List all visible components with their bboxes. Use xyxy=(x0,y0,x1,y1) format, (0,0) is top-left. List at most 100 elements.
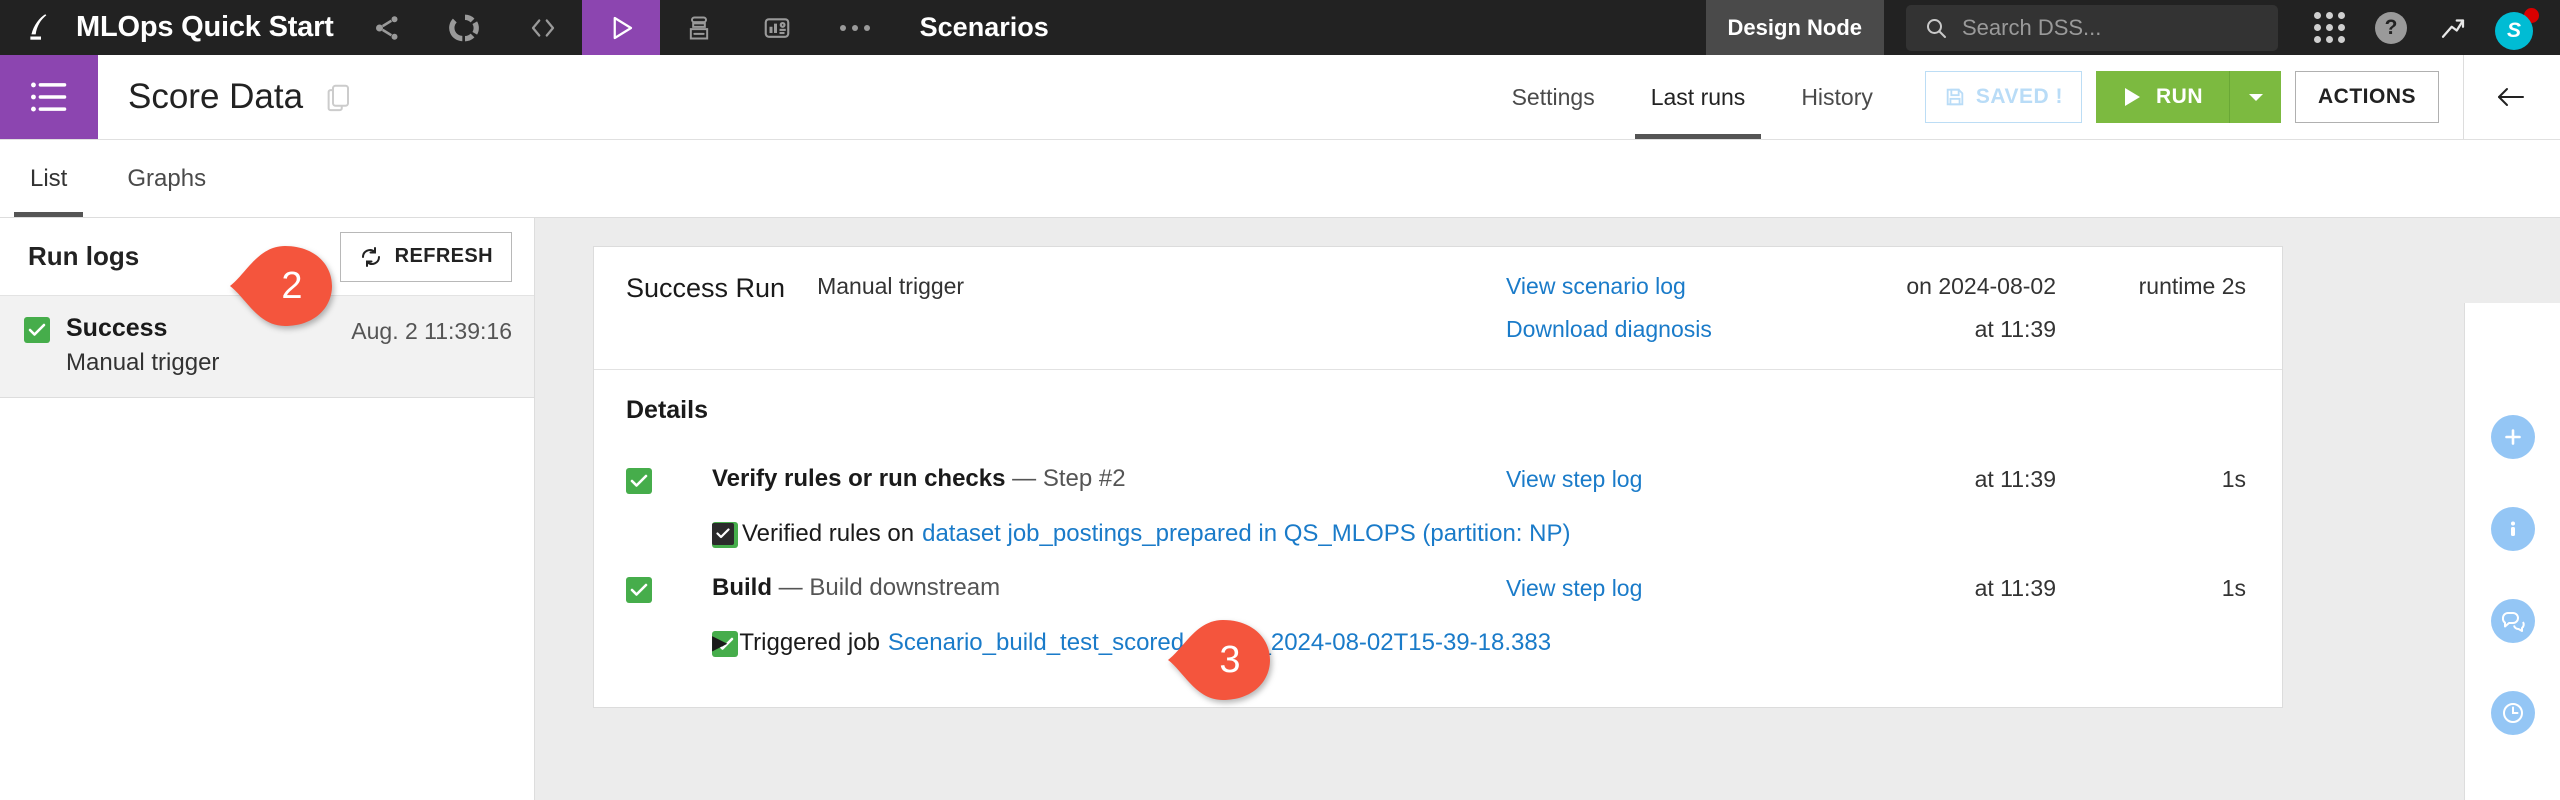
play-triangle-icon xyxy=(2125,88,2140,106)
project-title: MLOps Quick Start xyxy=(76,11,334,43)
view-step-log-link[interactable]: View step log xyxy=(1506,466,1806,493)
step-child-row[interactable]: ▶ Triggered job Scenario_build_test_scor… xyxy=(626,616,2246,669)
step-child-row[interactable]: Verified rules on dataset job_postings_p… xyxy=(626,507,2246,560)
run-detail-title: Success Run xyxy=(626,273,786,303)
main-body: Run logs REFRESH Success Manual trigger xyxy=(0,218,2560,800)
step-label: Verify rules or run checks — Step #2 xyxy=(712,465,1506,493)
search-placeholder: Search DSS... xyxy=(1962,14,2102,40)
view-step-log-link[interactable]: View step log xyxy=(1506,575,1806,602)
run-runtime: runtime 2s xyxy=(2138,273,2246,299)
copy-duplicate-icon[interactable] xyxy=(325,82,351,112)
step-name: Build xyxy=(712,574,772,601)
floppy-disk-save-icon xyxy=(1946,88,1964,106)
collapse-panel-button[interactable] xyxy=(2464,55,2560,139)
header-right-icons: ? S xyxy=(2300,0,2560,55)
scenario-toolbar: Score Data Settings Last runs History SA… xyxy=(0,55,2560,140)
jobs-icon[interactable] xyxy=(660,0,738,55)
run-detail-trigger: Manual trigger xyxy=(817,273,965,299)
saved-button[interactable]: SAVED ! xyxy=(1924,71,2082,123)
tab-last-runs[interactable]: Last runs xyxy=(1623,55,1774,139)
step-time: at 11:39 xyxy=(1974,574,2056,601)
trending-up-arrow-icon[interactable] xyxy=(2424,0,2482,55)
run-logs-header: Run logs REFRESH xyxy=(0,218,534,296)
dataiku-bird-logo xyxy=(30,13,47,40)
run-logs-panel: Run logs REFRESH Success Manual trigger xyxy=(0,218,535,800)
run-detail-links: View scenario log Download diagnosis xyxy=(1506,273,1806,343)
toolbar-buttons: SAVED ! RUN ACTIONS xyxy=(1901,55,2463,139)
verified-rules-text: Verified rules on dataset job_postings_p… xyxy=(712,520,1570,548)
run-button[interactable]: RUN xyxy=(2096,71,2229,123)
green-check-square-icon xyxy=(24,317,50,343)
run-detail-area: Success Run Manual trigger View scenario… xyxy=(535,218,2560,800)
refresh-button[interactable]: REFRESH xyxy=(339,231,512,282)
add-plus-icon[interactable] xyxy=(2490,415,2535,459)
page-title: Score Data xyxy=(128,77,304,116)
brand-area[interactable]: MLOps Quick Start xyxy=(0,0,348,55)
code-icon[interactable] xyxy=(504,0,582,55)
scenarios-play-icon[interactable] xyxy=(581,0,660,55)
search-input[interactable]: Search DSS... xyxy=(1906,4,2278,51)
step-duration: 1s xyxy=(2221,465,2246,492)
refresh-label: REFRESH xyxy=(394,245,493,267)
dashboards-icon[interactable] xyxy=(738,0,816,55)
actions-button[interactable]: ACTIONS xyxy=(2295,71,2439,123)
triggered-job-text: ▶ Triggered job Scenario_build_test_scor… xyxy=(712,629,1551,657)
view-scenario-log-link[interactable]: View scenario log xyxy=(1506,273,1806,300)
step-child-status-col xyxy=(626,628,738,657)
triangle-right-icon[interactable]: ▶ xyxy=(712,630,727,655)
run-trigger-label: Manual trigger xyxy=(66,349,220,376)
step-subtitle: — Build downstream xyxy=(778,574,1001,601)
help-question-icon[interactable]: ? xyxy=(2362,0,2420,55)
section-title: Scenarios xyxy=(919,12,1049,42)
apps-grid-icon[interactable] xyxy=(2300,0,2358,55)
refresh-circular-arrows-icon xyxy=(361,246,380,267)
run-timestamp: Aug. 2 11:39:16 xyxy=(351,318,512,344)
saved-label: SAVED ! xyxy=(1975,85,2063,108)
recipes-icon[interactable] xyxy=(426,0,504,55)
chevron-down-icon xyxy=(2248,94,2263,101)
history-clock-icon[interactable] xyxy=(2490,691,2535,735)
arrow-left-icon xyxy=(2498,88,2524,106)
subtab-graphs[interactable]: Graphs xyxy=(97,140,236,217)
step-row[interactable]: Verify rules or run checks — Step #2 Vie… xyxy=(626,451,2246,507)
user-avatar-button[interactable]: S xyxy=(2486,0,2544,55)
top-header-bar: MLOps Quick Start Scenarios Design Node … xyxy=(0,0,2560,55)
triggered-job-prefix: Triggered job xyxy=(739,628,880,656)
header-nav-icons xyxy=(348,0,894,55)
tab-settings[interactable]: Settings xyxy=(1484,55,1623,139)
subtab-list[interactable]: List xyxy=(0,140,97,217)
info-circle-icon[interactable] xyxy=(2490,507,2535,551)
dataset-link[interactable]: dataset job_postings_prepared in QS_MLOP… xyxy=(922,520,1570,548)
step-status-col xyxy=(626,574,712,603)
run-log-item[interactable]: Success Manual trigger Aug. 2 11:39:16 xyxy=(0,296,534,398)
green-check-square-icon xyxy=(626,467,652,494)
run-button-group: RUN xyxy=(2096,71,2281,123)
more-ellipsis-icon[interactable] xyxy=(816,0,894,55)
details-label: Details xyxy=(626,396,708,424)
step-duration: 1s xyxy=(2221,574,2246,601)
tab-history[interactable]: History xyxy=(1773,55,1901,139)
run-detail-dates: on 2024-08-02 at 11:39 xyxy=(1806,273,2056,343)
triggered-job-link[interactable]: Scenario_build_test_scored__NP__2024-08-… xyxy=(888,629,1551,657)
run-log-item-body: Success Manual trigger xyxy=(66,314,335,377)
flow-icon[interactable] xyxy=(348,0,426,55)
scenario-list-icon xyxy=(0,55,98,139)
header-spacer xyxy=(1075,0,1706,55)
download-diagnosis-link[interactable]: Download diagnosis xyxy=(1506,316,1806,343)
design-node-badge[interactable]: Design Node xyxy=(1705,0,1884,55)
step-status-col xyxy=(626,465,712,494)
green-check-square-icon xyxy=(626,576,652,603)
step-child-status-col xyxy=(626,519,738,548)
dark-check-square-icon xyxy=(712,522,734,545)
verified-rules-prefix: Verified rules on xyxy=(742,519,915,547)
run-detail-header: Success Run Manual trigger View scenario… xyxy=(594,247,2282,370)
run-status-label: Success xyxy=(66,314,168,342)
run-logs-title: Run logs xyxy=(28,241,140,271)
step-time: at 11:39 xyxy=(1974,465,2056,492)
page-title-area: Score Data xyxy=(98,55,351,139)
run-dropdown-button[interactable] xyxy=(2229,71,2281,123)
run-time-of-day: at 11:39 xyxy=(1974,316,2056,342)
discussions-chat-icon[interactable] xyxy=(2490,599,2535,643)
step-row[interactable]: Build — Build downstream View step log a… xyxy=(626,560,2246,616)
